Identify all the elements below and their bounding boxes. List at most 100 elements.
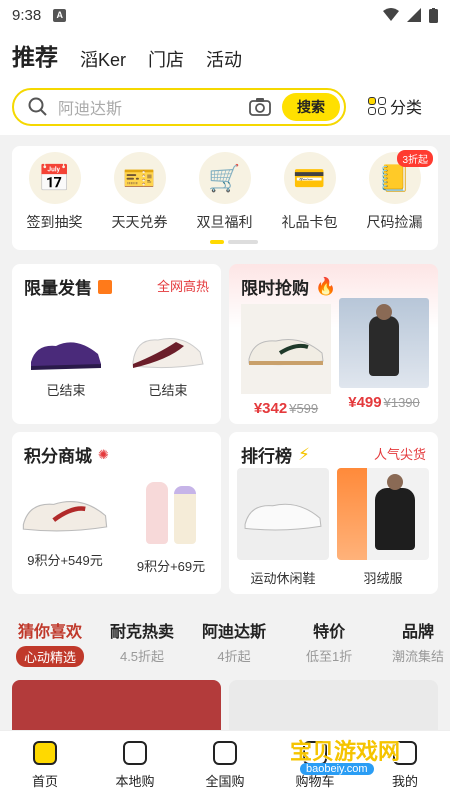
flash-sale-card[interactable]: 限时抢购 🔥 ¥342 ¥599 ¥499 ¥1390 <box>229 264 438 424</box>
purple-sneaker-image <box>31 342 101 370</box>
coupon-icon: 🎫 <box>113 152 166 204</box>
nav-home[interactable]: 首页 <box>0 731 90 800</box>
ranking-item-label: 羽绒服 <box>363 571 403 586</box>
product-price: ¥342 ¥599 <box>253 400 319 417</box>
search-button[interactable]: 搜索 <box>282 93 340 121</box>
reco-tab-title: 品牌 <box>402 624 435 641</box>
tab-taoker[interactable]: 滔Ker <box>80 46 126 72</box>
quick-item-label: 天天兑券 <box>111 214 168 230</box>
product-item[interactable]: ¥499 ¥1390 <box>339 298 429 411</box>
battery-icon <box>429 7 438 23</box>
product-status: 已结束 <box>148 383 188 398</box>
calendar-icon: 📅 <box>28 152 81 204</box>
reco-tab-title: 阿迪达斯 <box>202 624 267 641</box>
product-item[interactable]: 运动休闲鞋 <box>237 468 329 587</box>
reco-tab-nike[interactable]: 耐克热卖 4.5折起 <box>110 618 174 665</box>
reco-tab-sale[interactable]: 特价 低至1折 <box>306 618 352 665</box>
reco-tab-sub: 4折起 <box>217 649 251 664</box>
reco-tab-sub: 心动精选 <box>16 646 85 667</box>
nav-label: 首页 <box>31 774 58 789</box>
notification-a-icon: A <box>53 8 67 22</box>
gift-icon <box>98 279 112 294</box>
points-price: 9积分+549元 <box>27 553 103 568</box>
quick-item-label: 礼品卡包 <box>281 214 338 230</box>
header: 推荐 滔Ker 门店 活动 阿迪达斯 搜索 分类 <box>0 30 450 135</box>
quick-item-label: 尺码捡漏 <box>366 214 423 230</box>
sneaker-image <box>22 501 108 532</box>
limited-release-card[interactable]: 限量发售 全网高热 已结束 已结束 <box>12 264 221 424</box>
search-bar[interactable]: 阿迪达斯 搜索 <box>12 88 346 126</box>
wifi-icon <box>383 8 399 21</box>
page-indicator <box>210 240 258 244</box>
tab-recommend[interactable]: 推荐 <box>12 38 58 74</box>
watermark-url: baobeiy.com <box>300 763 374 775</box>
product-item[interactable]: 9积分+69元 <box>126 472 216 575</box>
discount-badge: 3折起 <box>397 150 433 167</box>
quick-item-holiday[interactable]: 🛒 双旦福利 <box>182 152 267 250</box>
reco-tab-adidas[interactable]: 阿迪达斯 4折起 <box>202 618 266 665</box>
quick-item-signin[interactable]: 📅 签到抽奖 <box>12 152 97 250</box>
limited-subtitle: 全网高热 <box>156 279 209 294</box>
water-bottle-image <box>126 472 216 544</box>
product-item[interactable]: ¥342 ¥599 <box>241 304 331 417</box>
quick-item-label: 签到抽奖 <box>26 214 83 230</box>
reco-tab-brand[interactable]: 品牌 潮流集结 <box>392 618 444 665</box>
product-item[interactable]: 羽绒服 <box>337 468 429 587</box>
product-status: 已结束 <box>46 383 86 398</box>
category-label: 分类 <box>390 100 423 117</box>
signal-icon <box>407 8 421 22</box>
flash-title: 限时抢购 <box>241 279 309 298</box>
nav-local[interactable]: 本地购 <box>90 731 180 800</box>
search-icon <box>28 97 47 116</box>
product-item[interactable]: 已结束 <box>26 324 106 399</box>
recommendation-tabs: 猜你喜欢 心动精选 耐克热卖 4.5折起 阿迪达斯 4折起 特价 低至1折 品牌… <box>0 618 450 668</box>
original-price: ¥1390 <box>383 395 420 410</box>
reco-tab-sub: 潮流集结 <box>392 649 445 664</box>
points-title: 积分商城 <box>24 447 92 466</box>
lightning-icon: ⚡ <box>298 444 310 464</box>
firework-icon: ✺ <box>98 446 109 462</box>
fire-icon: 🔥 <box>315 276 337 296</box>
ranking-item-label: 运动休闲鞋 <box>250 571 316 586</box>
ranking-title: 排行榜 <box>241 447 292 466</box>
local-shop-icon <box>123 741 147 765</box>
watermark-text: 宝贝游戏网 <box>290 739 401 764</box>
quick-item-size-deal[interactable]: 📒 3折起 尺码捡漏 <box>352 150 437 250</box>
gift-card-icon: 💳 <box>283 152 336 204</box>
reco-tab-title: 特价 <box>313 624 346 641</box>
quick-item-coupon[interactable]: 🎫 天天兑券 <box>97 152 182 250</box>
search-input[interactable]: 阿迪达斯 <box>58 95 248 119</box>
points-price: 9积分+69元 <box>136 559 206 574</box>
down-jacket-image <box>337 468 429 560</box>
reco-tab-title: 耐克热卖 <box>110 624 175 641</box>
nav-label: 全国购 <box>205 774 245 789</box>
ranking-card[interactable]: 排行榜 ⚡ 人气尖货 运动休闲鞋 羽绒服 <box>229 432 438 594</box>
camera-icon[interactable] <box>248 95 272 119</box>
home-icon <box>33 741 57 765</box>
product-item[interactable]: 9积分+549元 <box>20 480 110 569</box>
quick-item-label: 双旦福利 <box>196 214 253 230</box>
original-price: ¥599 <box>289 401 319 416</box>
points-mall-card[interactable]: 积分商城 ✺ 9积分+549元 9积分+69元 <box>12 432 221 594</box>
tab-activities[interactable]: 活动 <box>206 46 242 72</box>
nav-national[interactable]: 全国购 <box>180 731 270 800</box>
limited-title: 限量发售 <box>24 279 92 298</box>
quick-item-giftcard[interactable]: 💳 礼品卡包 <box>267 152 352 250</box>
nav-label: 本地购 <box>115 774 155 789</box>
maroon-sneaker-image <box>132 338 204 369</box>
cart-icon: 🛒 <box>198 152 251 204</box>
product-item[interactable]: 已结束 <box>128 324 208 399</box>
reco-tab-sub: 4.5折起 <box>119 649 165 664</box>
category-button[interactable]: 分类 <box>368 94 422 118</box>
status-time: 9:38 <box>12 6 42 24</box>
ranking-subtitle: 人气尖货 <box>373 447 426 462</box>
reco-tab-title: 猜你喜欢 <box>18 624 83 641</box>
status-bar: 9:38 A <box>0 0 450 30</box>
top-tabs: 推荐 滔Ker 门店 活动 <box>12 38 242 74</box>
jacket-model-image <box>339 298 429 388</box>
category-grid-icon <box>368 97 386 115</box>
product-price: ¥499 ¥1390 <box>348 394 420 411</box>
sneaker-image <box>237 468 329 560</box>
reco-tab-guess[interactable]: 猜你喜欢 心动精选 <box>16 618 85 667</box>
tab-stores[interactable]: 门店 <box>148 46 184 72</box>
